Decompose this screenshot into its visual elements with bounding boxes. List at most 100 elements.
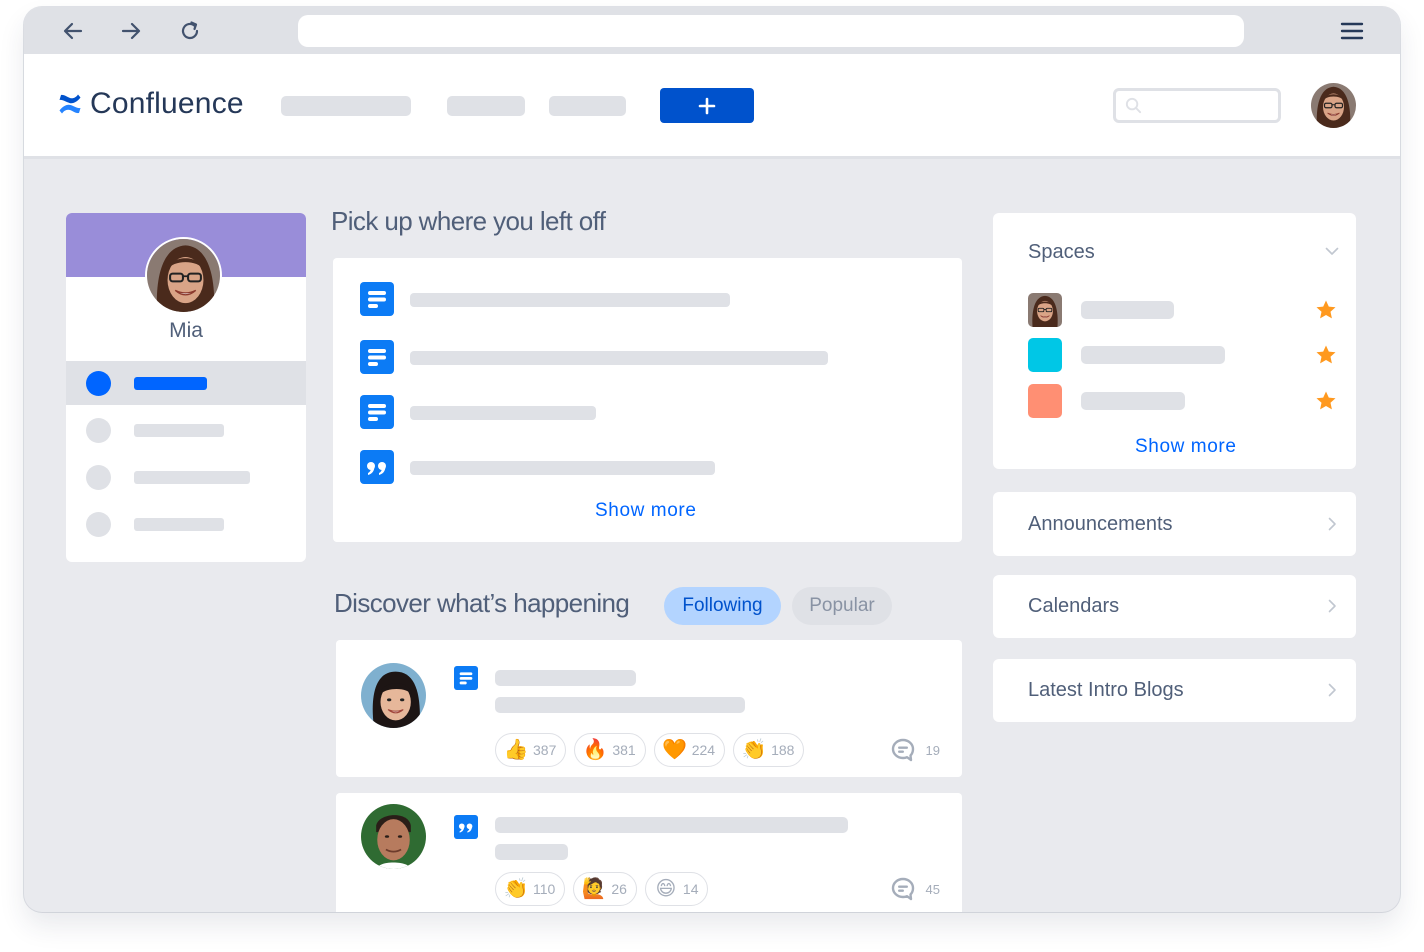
comment-count: 45 (925, 881, 940, 897)
comments-button[interactable]: 19 (890, 737, 940, 763)
confluence-logo[interactable]: Confluence (58, 87, 244, 121)
tab-following[interactable]: Following (664, 587, 781, 625)
app-header: Confluence (24, 54, 1400, 159)
space-item[interactable] (1028, 338, 1338, 372)
reaction-thumbs-up[interactable]: 👍 387 (495, 733, 567, 767)
raising-hand-icon: 🙋 (581, 878, 607, 900)
chevron-right-icon (1324, 598, 1340, 614)
latest-intro-blogs-card[interactable]: Latest Intro Blogs (993, 659, 1356, 722)
fire-icon: 🔥 (582, 739, 608, 761)
recent-item[interactable] (360, 395, 940, 429)
nav-label-placeholder (134, 518, 224, 531)
recent-item[interactable] (360, 282, 940, 316)
reaction-list: 👍 387 🔥 381 🧡 224 👏 188 (495, 733, 805, 767)
clap-icon: 👏 (741, 739, 767, 761)
profile-nav-item[interactable] (66, 502, 306, 546)
browser-toolbar (24, 7, 1400, 54)
reaction-grinning[interactable]: 😄 14 (644, 872, 709, 906)
comment-icon (890, 876, 916, 902)
space-name-placeholder (1081, 346, 1225, 364)
nav-dot-icon (86, 465, 111, 490)
space-name-placeholder (1081, 392, 1185, 410)
reload-button[interactable] (178, 19, 202, 43)
space-color-icon (1028, 384, 1062, 418)
space-color-icon (1028, 338, 1062, 372)
announcements-label: Announcements (1028, 513, 1173, 535)
comment-icon (890, 737, 916, 763)
reload-icon (181, 21, 199, 40)
star-icon[interactable] (1314, 389, 1338, 413)
chevron-right-icon (1324, 516, 1340, 532)
space-item[interactable] (1028, 384, 1338, 418)
space-avatar (1028, 293, 1062, 327)
author-avatar[interactable] (361, 804, 426, 869)
reaction-count: 26 (611, 881, 627, 897)
recent-card: Show more (333, 258, 962, 542)
browser-menu-button[interactable] (1340, 19, 1364, 43)
spaces-show-more-link[interactable]: Show more (1135, 436, 1237, 458)
user-avatar[interactable] (1311, 83, 1356, 128)
nav-dot-icon (86, 418, 111, 443)
profile-nav-item[interactable] (66, 361, 306, 405)
forward-button[interactable] (119, 19, 143, 43)
profile-name: Mia (169, 319, 203, 342)
calendars-label: Calendars (1028, 595, 1120, 617)
reaction-count: 14 (682, 881, 699, 897)
confluence-logo-icon (59, 94, 81, 114)
feed-card[interactable]: 👍 387 🔥 381 🧡 224 👏 188 19 (336, 640, 962, 777)
profile-card: Mia (66, 213, 306, 562)
reaction-raising-hand[interactable]: 🙋 26 (573, 872, 637, 906)
author-avatar[interactable] (361, 663, 426, 728)
reaction-fire[interactable]: 🔥 381 (574, 733, 646, 767)
recent-item[interactable] (360, 340, 940, 374)
nav-label-placeholder (134, 377, 207, 390)
feed-card[interactable]: 👏 110 🙋 26 😄 14 45 (336, 793, 962, 912)
clap-icon: 👏 (503, 878, 529, 900)
profile-nav-item[interactable] (66, 408, 306, 452)
thumbs-up-icon: 👍 (503, 739, 529, 761)
orange-heart-icon: 🧡 (662, 739, 688, 761)
announcements-card[interactable]: Announcements (993, 492, 1356, 556)
recent-item[interactable] (360, 450, 940, 484)
comment-count: 19 (925, 742, 940, 758)
nav-placeholder[interactable] (549, 96, 626, 116)
feed-title-placeholder (495, 670, 636, 686)
reaction-orange-heart[interactable]: 🧡 224 (653, 733, 726, 767)
reaction-count: 381 (612, 742, 636, 758)
reaction-count: 110 (533, 881, 556, 897)
back-button[interactable] (61, 19, 85, 43)
recent-section-title: Pick up where you left off (331, 206, 606, 236)
tab-popular[interactable]: Popular (792, 587, 892, 625)
logo-text: Confluence (90, 87, 244, 120)
nav-placeholder[interactable] (281, 96, 411, 116)
create-button[interactable] (660, 88, 754, 123)
search-input[interactable] (1113, 88, 1281, 123)
space-item[interactable] (1028, 293, 1338, 327)
browser-window: Confluence Mia Pick up where you left of… (24, 7, 1400, 912)
calendars-card[interactable]: Calendars (993, 575, 1356, 638)
arrow-right-icon (121, 22, 141, 40)
star-icon[interactable] (1314, 343, 1338, 367)
profile-nav-item[interactable] (66, 455, 306, 499)
recent-show-more-link[interactable]: Show more (595, 500, 697, 522)
address-bar[interactable] (298, 15, 1244, 47)
grinning-face-icon: 😄 (655, 878, 677, 900)
star-icon[interactable] (1314, 298, 1338, 322)
reaction-count: 224 (691, 742, 716, 758)
search-icon (1125, 97, 1142, 114)
feed-excerpt-placeholder (495, 697, 745, 713)
reaction-clap[interactable]: 👏 188 (733, 733, 805, 767)
chevron-down-icon[interactable] (1324, 243, 1340, 259)
comments-button[interactable]: 45 (890, 876, 940, 902)
nav-label-placeholder (134, 424, 224, 437)
recent-item-title-placeholder (410, 351, 828, 365)
spaces-title: Spaces (1028, 241, 1095, 263)
reaction-clap[interactable]: 👏 110 (495, 872, 566, 906)
nav-placeholder[interactable] (447, 96, 525, 116)
page-icon (360, 395, 394, 429)
page-icon (360, 340, 394, 374)
hamburger-menu-icon (1340, 22, 1364, 40)
reaction-count: 387 (533, 742, 557, 758)
profile-avatar[interactable] (145, 237, 222, 314)
recent-item-title-placeholder (410, 293, 730, 307)
